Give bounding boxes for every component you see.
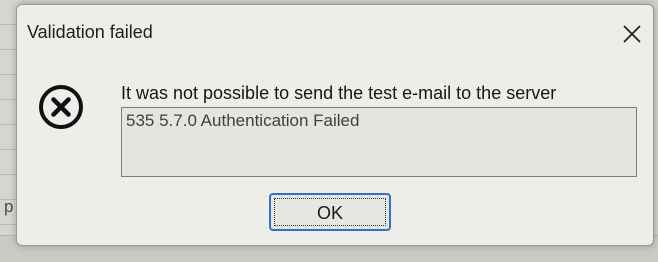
error-message: It was not possible to send the test e-m… [121,83,557,103]
error-details-box[interactable]: 535 5.7.0 Authentication Failed [121,107,637,177]
validation-dialog: Validation failed It was not possible to… [16,4,654,246]
ok-button-label: OK [316,203,343,223]
ok-button[interactable]: OK [269,193,391,231]
close-button[interactable] [617,19,647,49]
close-icon [623,25,641,43]
error-details-text: 535 5.7.0 Authentication Failed [126,111,360,130]
error-icon [37,83,85,131]
dialog-title: Validation failed [27,22,153,42]
background-partial-text: p [4,197,14,216]
dialog-titlebar[interactable]: Validation failed [17,5,653,57]
